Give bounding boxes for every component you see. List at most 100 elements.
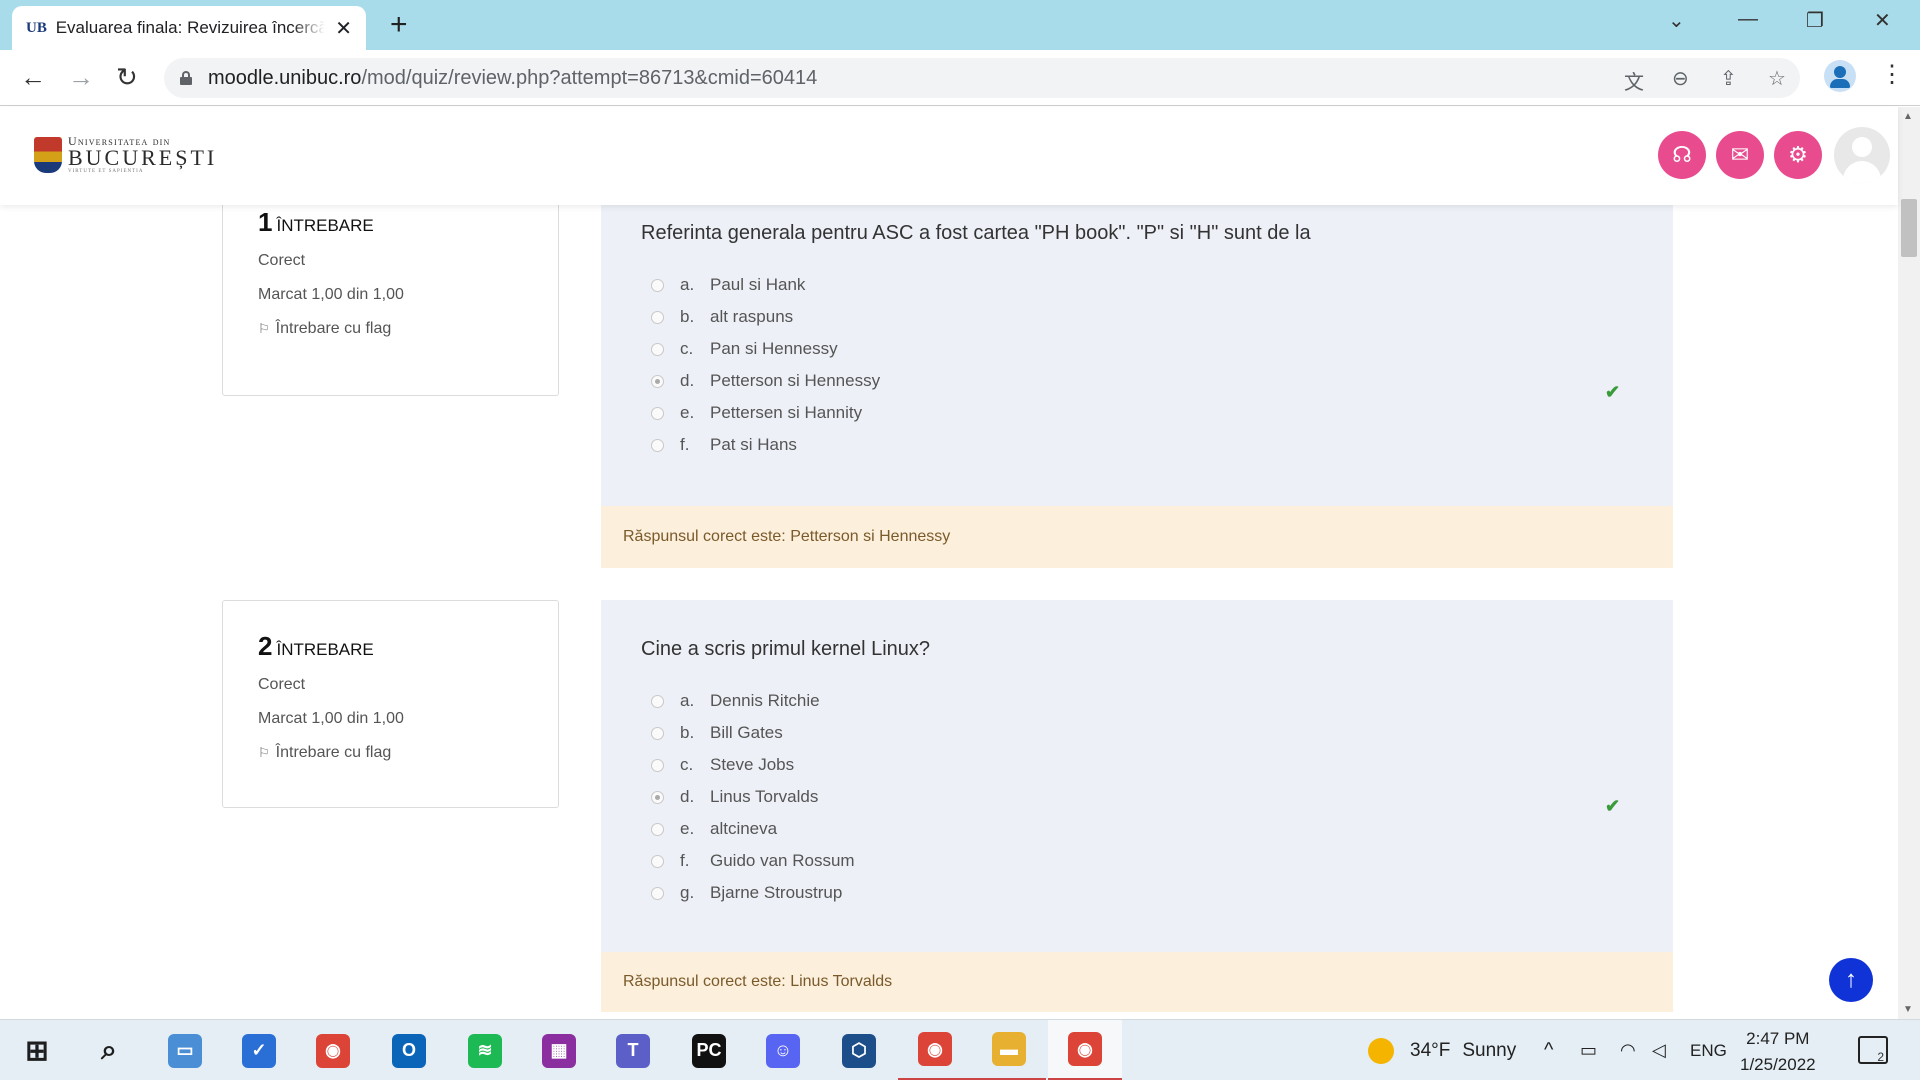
wifi-icon[interactable]: ◠ — [1620, 1020, 1636, 1080]
answer-option[interactable]: e. Pettersen si Hannity — [641, 397, 1633, 429]
answer-option[interactable]: d. Linus Torvalds — [641, 781, 1633, 813]
laptop-app[interactable]: ▭ — [148, 1020, 222, 1080]
answer-radio[interactable] — [651, 342, 664, 356]
pycharm-app[interactable]: PC — [672, 1020, 746, 1080]
share-icon[interactable]: ⇪ — [1720, 66, 1737, 91]
system-clock[interactable]: 2:47 PM 1/25/2022 — [1740, 1026, 1816, 1078]
answer-letter: e. — [680, 819, 695, 838]
pycharm-icon: PC — [692, 1033, 726, 1068]
flag-question-link[interactable]: ⚐ Întrebare cu flag — [258, 320, 523, 338]
chrome-profile-app[interactable]: ◉ — [898, 1020, 972, 1080]
language-indicator[interactable]: ENG — [1690, 1020, 1727, 1080]
answer-radio[interactable] — [651, 790, 664, 804]
answer-letter: b. — [680, 307, 695, 326]
volume-icon[interactable]: ◁ — [1652, 1020, 1666, 1080]
question-label: Întrebare — [276, 640, 374, 659]
clock-time: 2:47 PM — [1746, 1029, 1810, 1048]
answer-letter: a. — [680, 691, 695, 710]
answer-option[interactable]: d. Petterson si Hennessy — [641, 365, 1633, 397]
settings-button[interactable]: ⚙ — [1774, 131, 1822, 179]
browser-menu-icon[interactable]: ⋮ — [1880, 60, 1904, 89]
answer-option[interactable]: c. Steve Jobs — [641, 749, 1633, 781]
back-to-top-button[interactable]: ↑ — [1829, 958, 1873, 1002]
answer-option[interactable]: a. Paul si Hank — [641, 269, 1633, 301]
flag-icon: ⚐ — [258, 321, 270, 336]
cube-icon: ⬡ — [842, 1033, 876, 1068]
new-tab-button[interactable]: + — [390, 10, 408, 40]
tab-search-icon[interactable]: ⌄ — [1668, 8, 1685, 33]
answer-radio[interactable] — [651, 406, 664, 420]
tab-title: Evaluarea finala: Revizuirea încercării — [55, 18, 326, 37]
answer-radio[interactable] — [651, 278, 664, 292]
answer-radio[interactable] — [651, 310, 664, 324]
scroll-up-icon[interactable]: ▲ — [1903, 111, 1913, 122]
answer-letter: d. — [680, 371, 695, 390]
scroll-down-icon[interactable]: ▼ — [1903, 1004, 1913, 1015]
winrar-app[interactable]: ▦ — [522, 1020, 596, 1080]
back-button[interactable]: ← — [20, 63, 46, 91]
translate-icon[interactable]: 文 — [1624, 66, 1644, 95]
laptop-icon: ▭ — [168, 1033, 202, 1068]
lock-icon[interactable] — [180, 71, 192, 85]
scroll-thumb[interactable] — [1901, 199, 1917, 257]
close-window-button[interactable]: ✕ — [1874, 8, 1891, 33]
answer-letter: f. — [680, 851, 690, 870]
answer-radio[interactable] — [651, 854, 664, 868]
discord-app[interactable]: ☺ — [746, 1020, 820, 1080]
checkmark-icon: ✓ — [242, 1033, 276, 1068]
browser-tab[interactable]: UB Evaluarea finala: Revizuirea încercăr… — [12, 6, 366, 50]
weather-widget[interactable]: 34°F Sunny — [1368, 1020, 1516, 1080]
messages-button[interactable]: ✉ — [1716, 131, 1764, 179]
answer-option[interactable]: f. Guido van Rossum — [641, 845, 1633, 877]
user-avatar[interactable] — [1834, 127, 1890, 183]
chrome-icon: ◉ — [1068, 1032, 1102, 1066]
support-button[interactable]: ☊ — [1658, 131, 1706, 179]
notification-icon[interactable]: 2 — [1858, 1036, 1888, 1064]
spotify-app[interactable]: ≋ — [448, 1020, 522, 1080]
todo-app[interactable]: ✓ — [222, 1020, 296, 1080]
reload-button[interactable]: ↻ — [116, 63, 138, 91]
minimize-button[interactable]: — — [1738, 8, 1758, 31]
address-bar[interactable]: moodle.unibuc.ro/mod/quiz/review.php?att… — [164, 58, 1800, 98]
profile-icon[interactable] — [1824, 60, 1856, 92]
tray-overflow-icon[interactable]: ^ — [1544, 1020, 1553, 1080]
answer-option[interactable]: e. altcineva — [641, 813, 1633, 845]
zoom-icon[interactable]: ⊖ — [1672, 66, 1689, 91]
answer-option[interactable]: g. Bjarne Stroustrup — [641, 877, 1633, 909]
answer-option[interactable]: a. Dennis Ritchie — [641, 685, 1633, 717]
answer-text: Petterson si Hennessy — [710, 371, 881, 390]
chrome-app[interactable]: ◉ — [296, 1020, 370, 1080]
restore-button[interactable]: ❐ — [1806, 8, 1824, 33]
answer-radio[interactable] — [651, 758, 664, 772]
chrome-active-app[interactable]: ◉ — [1048, 1020, 1122, 1080]
outlook-icon: O — [392, 1033, 426, 1068]
answer-radio[interactable] — [651, 726, 664, 740]
answer-option[interactable]: f. Pat si Hans — [641, 429, 1633, 461]
flag-question-link[interactable]: ⚐ Întrebare cu flag — [258, 744, 523, 762]
university-logo[interactable]: Universitatea din BUCUREȘTI VIRTUTE ET S… — [34, 135, 217, 174]
url-path: /mod/quiz/review.php?attempt=86713&cmid=… — [361, 66, 818, 89]
answer-option[interactable]: c. Pan si Hennessy — [641, 333, 1633, 365]
battery-icon[interactable]: ▭ — [1580, 1020, 1597, 1080]
answer-radio[interactable] — [651, 374, 664, 388]
file-explorer-app[interactable]: ▬ — [972, 1020, 1046, 1080]
search-button[interactable]: ⌕ — [72, 1020, 146, 1080]
answer-text: Paul si Hank — [710, 275, 806, 294]
teams-app[interactable]: T — [596, 1020, 670, 1080]
forward-button[interactable]: → — [68, 63, 94, 91]
feedback-text: Răspunsul corect este: Petterson si Henn… — [623, 528, 951, 545]
page-scrollbar[interactable]: ▲ ▼ — [1898, 107, 1920, 1019]
answer-radio[interactable] — [651, 886, 664, 900]
answer-option[interactable]: b. alt raspuns — [641, 301, 1633, 333]
answer-radio[interactable] — [651, 438, 664, 452]
virtualbox-app[interactable]: ⬡ — [822, 1020, 896, 1080]
browser-tab-strip: UB Evaluarea finala: Revizuirea încercăr… — [0, 0, 1920, 50]
bookmark-star-icon[interactable]: ☆ — [1768, 66, 1786, 91]
answer-radio[interactable] — [651, 694, 664, 708]
tab-close-icon[interactable]: ✕ — [335, 16, 352, 41]
feedback-text: Răspunsul corect este: Linus Torvalds — [623, 973, 893, 990]
start-button[interactable]: ⊞ — [0, 1020, 74, 1080]
answer-option[interactable]: b. Bill Gates — [641, 717, 1633, 749]
answer-radio[interactable] — [651, 822, 664, 836]
outlook-app[interactable]: O — [372, 1020, 446, 1080]
